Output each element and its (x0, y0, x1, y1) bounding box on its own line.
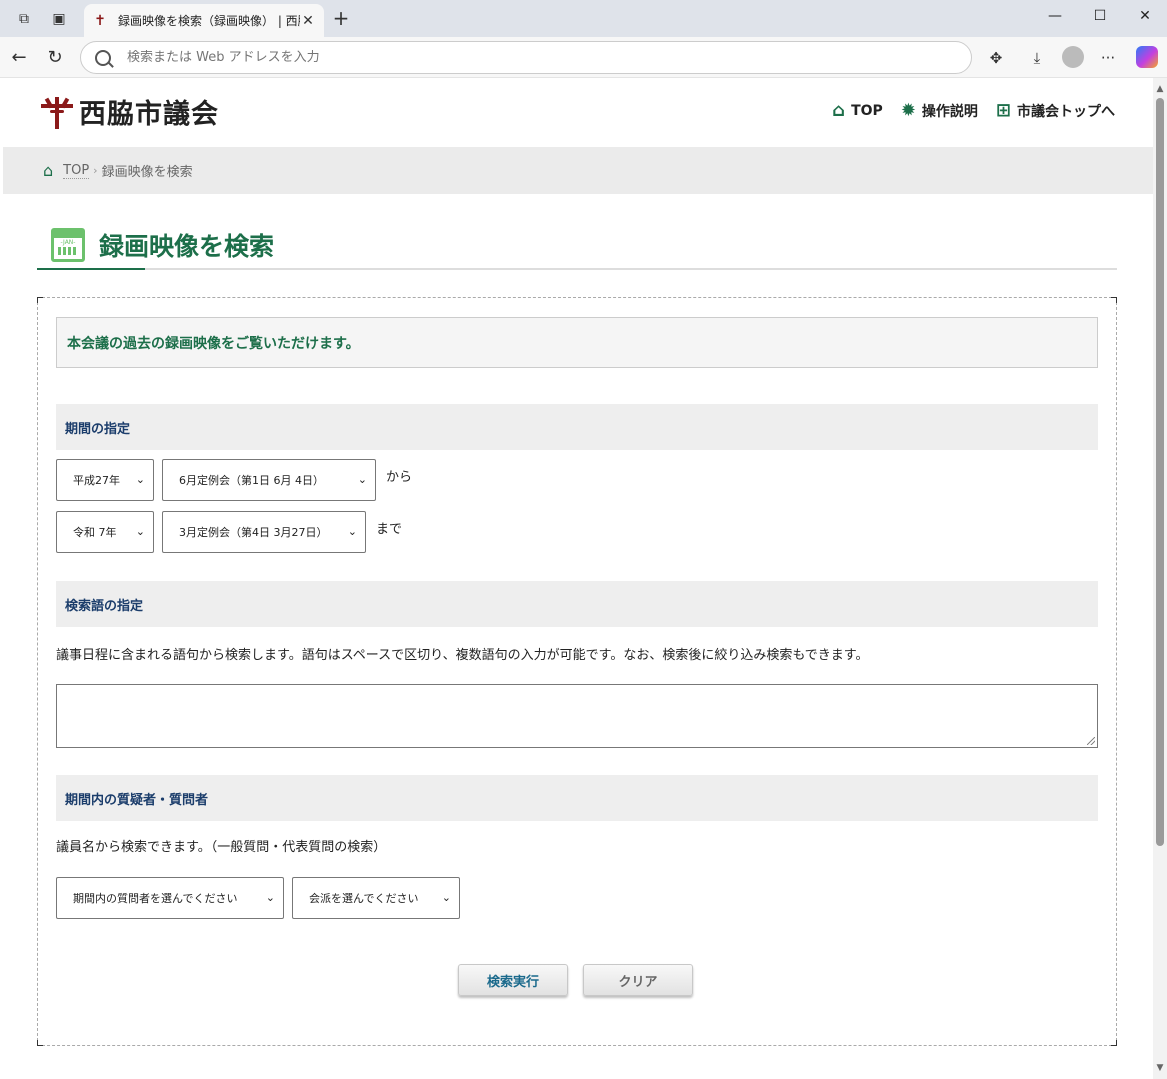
calendar-label: -JAN- (60, 238, 76, 246)
address-bar[interactable] (80, 41, 972, 74)
resize-grip-icon[interactable] (1087, 737, 1095, 745)
maximize-icon[interactable]: ☐ (1088, 8, 1112, 28)
site-header: 西脇市議会 ⌂ TOP ✹ 操作説明 ⊞ 市議会トップへ (3, 78, 1153, 147)
from-suffix: から (386, 470, 413, 485)
search-form: 本会議の過去の録画映像をご覧いただけます。 期間の指定 平成27年 ⌄ 6月定例… (37, 297, 1117, 1046)
browser-tab[interactable]: ✝ 録画映像を検索（録画映像） | 西脇 ✕ (84, 4, 324, 37)
nav-council-top-link[interactable]: ⊞ 市議会トップへ (996, 100, 1115, 121)
to-suffix: まで (376, 522, 403, 537)
browser-toolbar: ← ↻ ✥ ⤓ ··· (0, 37, 1167, 78)
page-scrollbar[interactable]: ▲ ▼ (1153, 78, 1167, 1079)
page-title: -JAN- 録画映像を検索 (37, 221, 1117, 270)
intro-message: 本会議の過去の録画映像をご覧いただけます。 (56, 317, 1098, 368)
sitemap-icon: ⊞ (995, 100, 1011, 121)
chevron-down-icon: ⌄ (357, 473, 367, 486)
tab-title: 録画映像を検索（録画映像） | 西脇 (118, 14, 300, 28)
tab-close-icon[interactable]: ✕ (300, 13, 316, 29)
faction-select-value: 会派を選んでください (309, 892, 419, 905)
more-menu-icon[interactable]: ··· (1097, 47, 1119, 69)
search-button[interactable]: 検索実行 (458, 964, 568, 996)
profile-avatar[interactable] (1062, 46, 1084, 68)
site-favicon-icon: ✝ (94, 12, 106, 29)
download-icon[interactable]: ⤓ (1026, 47, 1048, 69)
breadcrumb-top-link[interactable]: TOP (63, 163, 90, 179)
clear-button[interactable]: クリア (583, 964, 693, 996)
chevron-down-icon: ⌄ (135, 473, 145, 486)
nav-top-link[interactable]: ⌂ TOP (832, 100, 883, 121)
chevron-down-icon: ⌄ (441, 891, 451, 904)
faction-select[interactable]: 会派を選んでください ⌄ (292, 877, 460, 919)
back-arrow-icon[interactable]: ← (8, 47, 30, 69)
from-session-value: 6月定例会（第1日 6月 4日） (179, 474, 324, 487)
to-session-value: 3月定例会（第4日 3月27日） (179, 526, 328, 539)
nav-help-label: 操作説明 (921, 103, 978, 120)
questioner-select[interactable]: 期間内の質問者を選んでください ⌄ (56, 877, 284, 919)
breadcrumb-current: 録画映像を検索 (101, 165, 193, 180)
page-title-text: 録画映像を検索 (99, 231, 275, 261)
questioner-section-heading: 期間内の質疑者・質問者 (56, 775, 1098, 821)
scroll-thumb[interactable] (1156, 98, 1164, 846)
keyword-textarea[interactable] (56, 684, 1098, 748)
chevron-down-icon: ⌄ (135, 525, 145, 538)
refresh-icon[interactable]: ↻ (44, 47, 66, 69)
breadcrumb-separator: › (93, 164, 98, 177)
copilot-icon[interactable] (1136, 46, 1158, 68)
questioner-description: 議員名から検索できます。（一般質問・代表質問の検索） (56, 840, 387, 855)
window-close-icon[interactable]: ✕ (1133, 8, 1157, 28)
scroll-down-icon[interactable]: ▼ (1155, 1063, 1165, 1073)
gear-icon: ✹ (900, 100, 916, 121)
site-logo[interactable]: 西脇市議会 (39, 92, 219, 131)
home-icon: ⌂ (832, 100, 846, 121)
scroll-up-icon[interactable]: ▲ (1155, 84, 1165, 94)
address-input[interactable] (127, 50, 827, 65)
to-session-select[interactable]: 3月定例会（第4日 3月27日） ⌄ (162, 511, 366, 553)
keyword-description: 議事日程に含まれる語句から検索します。語句はスペースで区切り、複数語句の入力が可… (56, 648, 869, 663)
nav-top-label: TOP (851, 102, 883, 119)
header-nav: ⌂ TOP ✹ 操作説明 ⊞ 市議会トップへ (814, 100, 1115, 121)
to-era-value: 令和 7年 (73, 526, 117, 539)
browser-tab-bar: ⧉ ▣ ✝ 録画映像を検索（録画映像） | 西脇 ✕ + — ☐ ✕ (0, 0, 1167, 37)
keyword-section-heading: 検索語の指定 (56, 581, 1098, 627)
from-era-value: 平成27年 (73, 474, 120, 487)
chevron-down-icon: ⌄ (347, 525, 357, 538)
city-emblem-icon (39, 94, 75, 130)
vertical-tabs-icon[interactable]: ▣ (49, 9, 69, 29)
breadcrumb-home-icon[interactable]: ⌂ (43, 161, 53, 180)
from-session-select[interactable]: 6月定例会（第1日 6月 4日） ⌄ (162, 459, 376, 501)
from-era-select[interactable]: 平成27年 ⌄ (56, 459, 154, 501)
breadcrumb: ⌂ TOP › 録画映像を検索 (3, 147, 1153, 194)
to-era-select[interactable]: 令和 7年 ⌄ (56, 511, 154, 553)
web-page: 西脇市議会 ⌂ TOP ✹ 操作説明 ⊞ 市議会トップへ ⌂ TOP › 録画映… (3, 78, 1153, 1079)
questioner-select-value: 期間内の質問者を選んでください (73, 892, 238, 905)
nav-help-link[interactable]: ✹ 操作説明 (901, 100, 978, 121)
calendar-icon: -JAN- (51, 227, 85, 262)
extensions-icon[interactable]: ✥ (985, 47, 1007, 69)
workspaces-icon[interactable]: ⧉ (14, 9, 34, 29)
new-tab-button[interactable]: + (330, 6, 352, 30)
chevron-down-icon: ⌄ (265, 891, 275, 904)
search-icon (95, 49, 111, 66)
site-name: 西脇市議会 (79, 99, 219, 130)
nav-council-top-label: 市議会トップへ (1017, 103, 1115, 120)
period-section-heading: 期間の指定 (56, 404, 1098, 450)
minimize-icon[interactable]: — (1043, 8, 1067, 28)
